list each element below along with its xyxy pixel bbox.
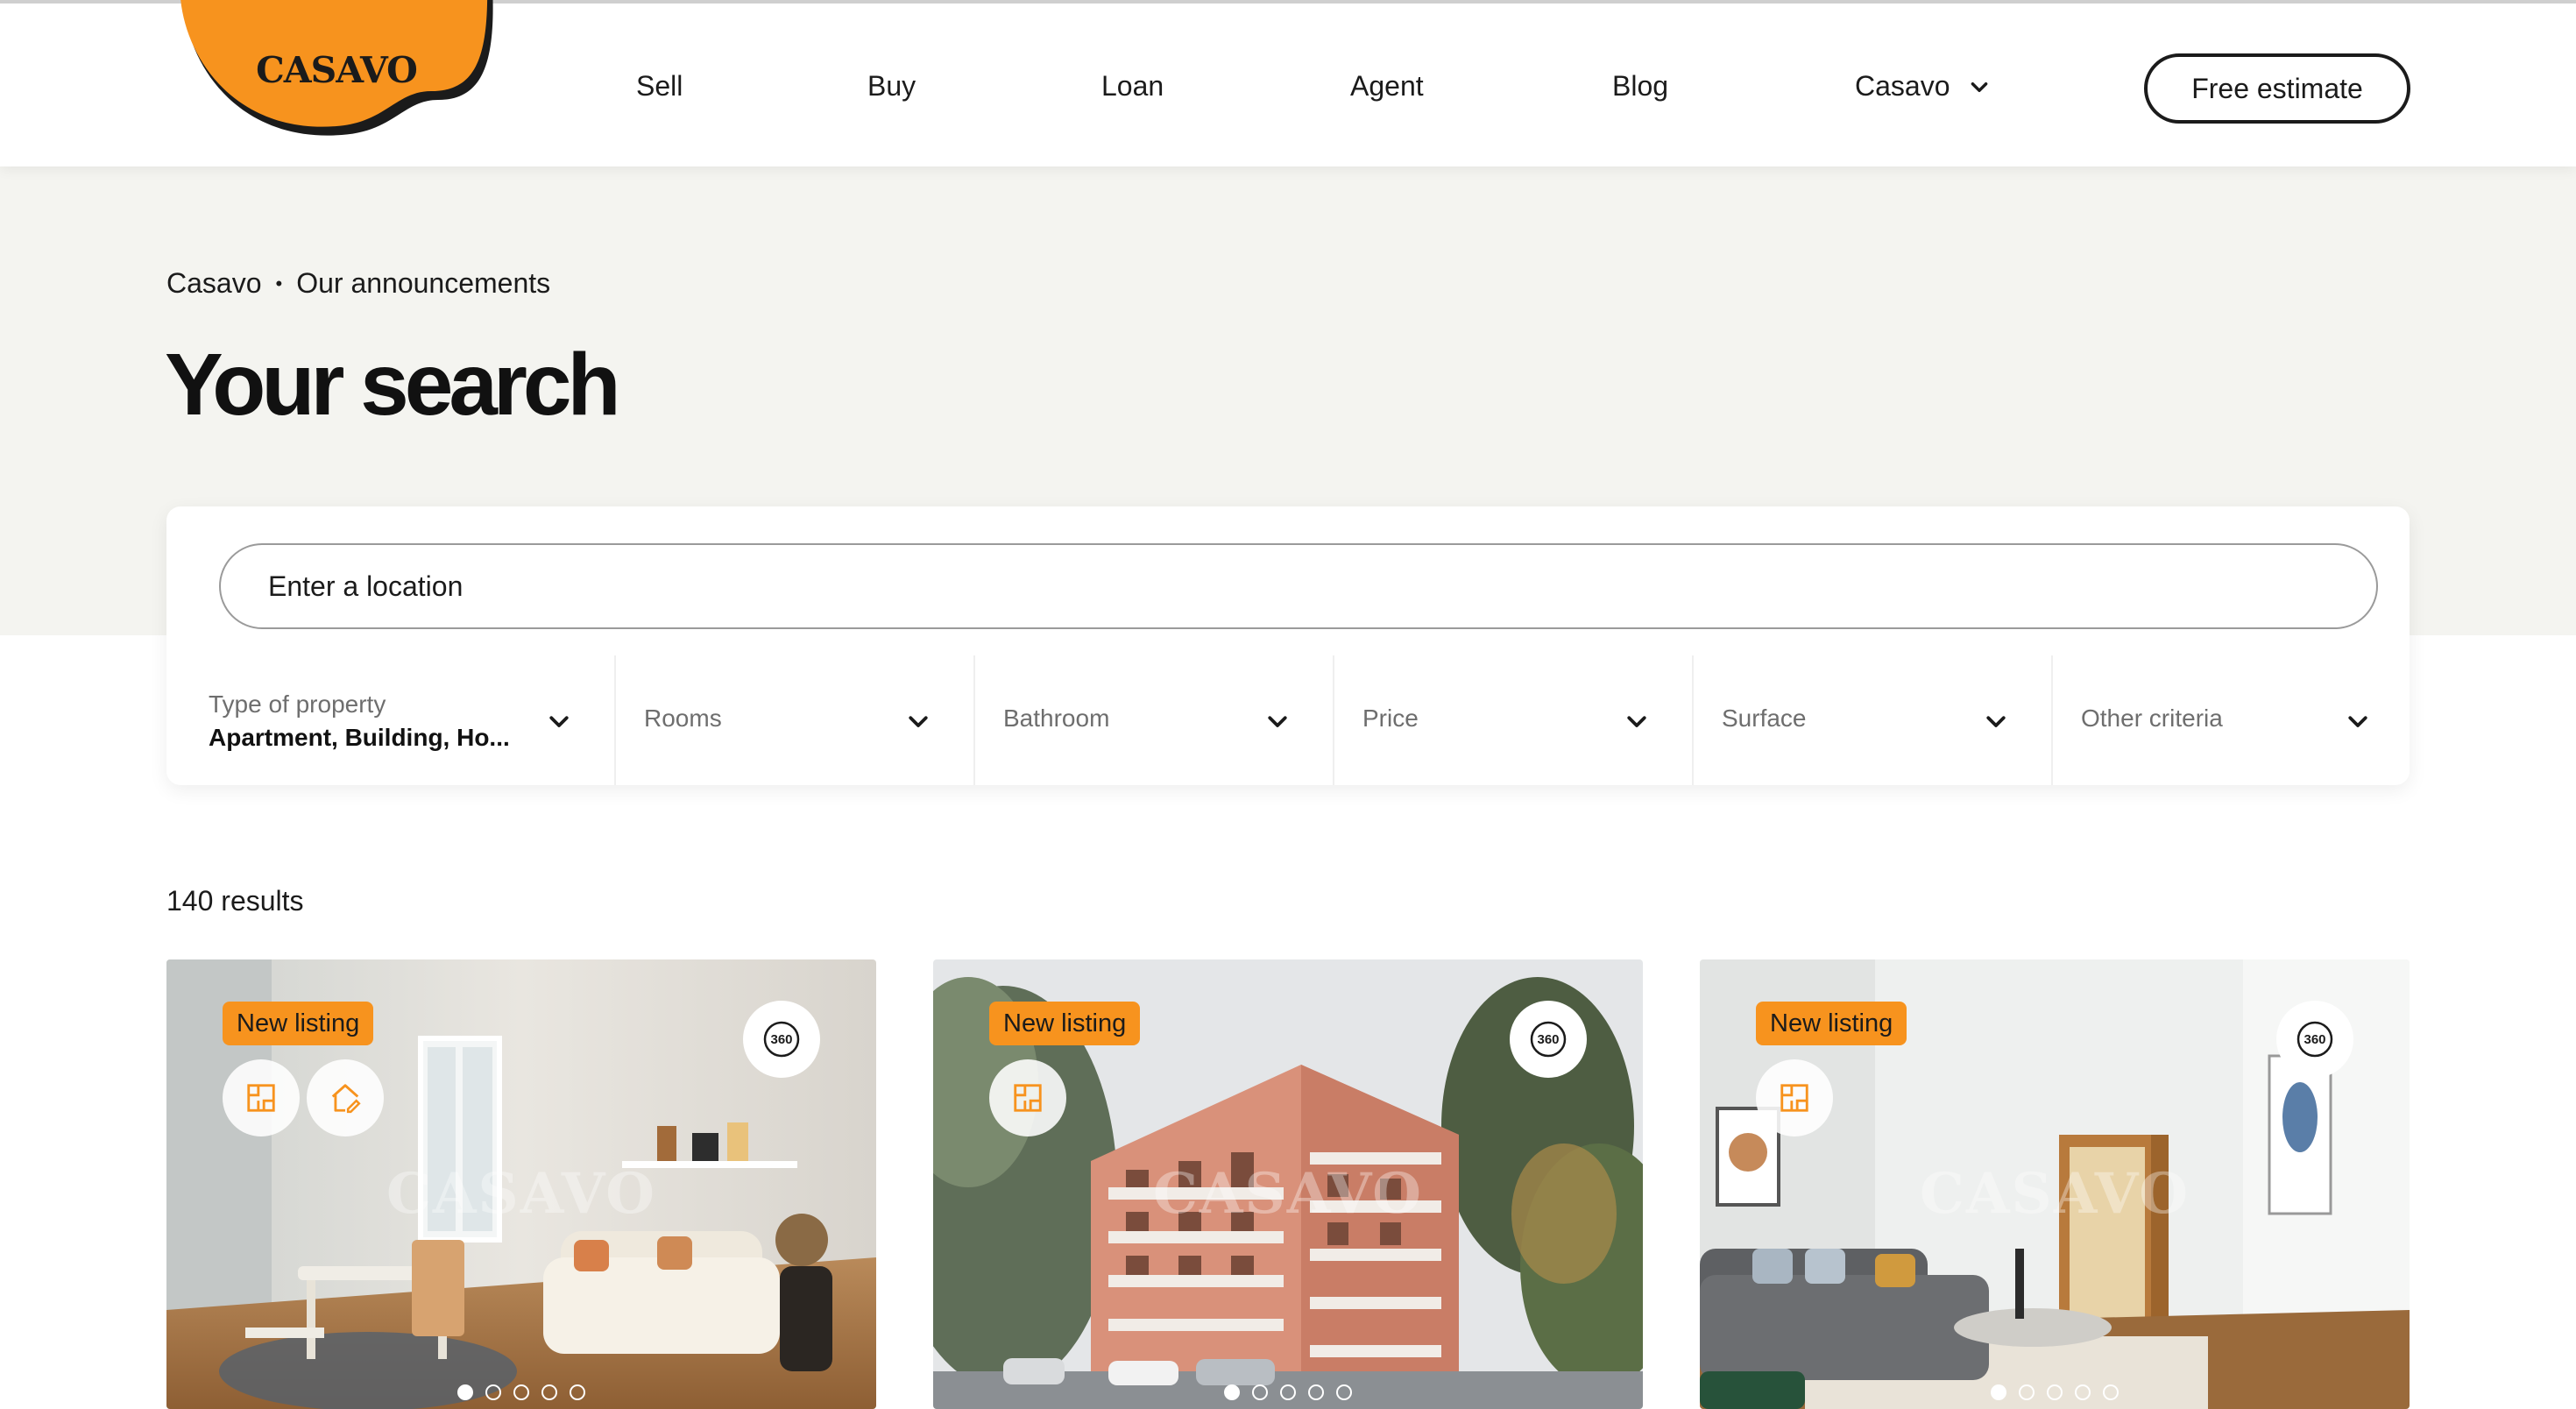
search-panel: Type of property Apartment, Building, Ho… [166,506,2410,785]
photo-carousel-dots [1700,1384,2410,1400]
carousel-dot[interactable] [1308,1384,1324,1400]
tour-360-icon: 360 [2296,1021,2333,1058]
virtual-tour-360-button[interactable]: 360 [1510,1001,1587,1078]
filter-other-criteria[interactable]: Other criteria [2053,655,2410,785]
filter-bar: Type of property Apartment, Building, Ho… [166,655,2410,785]
filter-price[interactable]: Price [1334,655,1694,785]
tour-label: 360 [1537,1032,1559,1047]
filter-value: Apartment, Building, Ho... [209,724,510,751]
nav-item-blog[interactable]: Blog [1612,70,1668,103]
nav-item-sell[interactable]: Sell [636,70,683,103]
tour-360-icon: 360 [1530,1021,1567,1058]
casavo-watermark: CASAVO [1152,1161,1424,1227]
chevron-down-icon [1986,716,2006,727]
carousel-dot[interactable] [1252,1384,1268,1400]
chevron-down-icon [1268,716,1287,727]
casavo-watermark: CASAVO [1919,1161,2190,1227]
filter-bathroom[interactable]: Bathroom [975,655,1334,785]
carousel-dot[interactable] [485,1384,501,1400]
listing-card[interactable]: CASAVO New listing 360 [1700,959,2410,1409]
chevron-down-icon [549,716,569,727]
filter-rooms[interactable]: Rooms [616,655,975,785]
tour-360-icon: 360 [763,1021,800,1058]
nav-item-label: Sell [636,70,683,102]
casavo-watermark: CASAVO [386,1161,657,1227]
carousel-dot[interactable] [2047,1384,2063,1400]
filter-property-type[interactable]: Type of property Apartment, Building, Ho… [166,655,616,785]
location-search-input[interactable] [219,543,2378,629]
house-edit-icon[interactable] [307,1059,384,1136]
listing-card[interactable]: CASAVO New listing 360 [933,959,1643,1409]
nav-item-label: Agent [1350,70,1424,102]
site-header: CASAVO Sell Buy Loan Agent Blog Casavo F… [0,0,2576,166]
carousel-dot[interactable] [1336,1384,1352,1400]
breadcrumb: Casavo • Our announcements [166,267,550,300]
breadcrumb-current: Our announcements [296,267,551,299]
carousel-dot[interactable] [2019,1384,2035,1400]
filter-label: Surface [1722,704,1807,732]
filter-label: Other criteria [2081,704,2223,732]
filter-surface[interactable]: Surface [1694,655,2053,785]
chevron-down-icon [1971,81,1987,92]
listing-card[interactable]: CASAVO New listing 360 [166,959,876,1409]
filter-label: Rooms [644,704,722,732]
nav-item-label: Blog [1612,70,1669,102]
new-listing-badge: New listing [223,1002,374,1045]
nav-item-agent[interactable]: Agent [1350,70,1424,103]
carousel-dot[interactable] [1280,1384,1296,1400]
carousel-dot[interactable] [2075,1384,2091,1400]
filter-label: Type of property [209,690,386,718]
carousel-dot[interactable] [2103,1384,2119,1400]
virtual-tour-360-button[interactable]: 360 [2276,1001,2353,1078]
carousel-dot[interactable] [457,1384,473,1400]
breadcrumb-home-link[interactable]: Casavo [166,267,262,300]
nav-item-casavo-dropdown[interactable]: Casavo [1855,70,1991,103]
new-listing-badge: New listing [1756,1002,1907,1045]
nav-item-label: Casavo [1855,70,1950,102]
nav-item-buy[interactable]: Buy [867,70,916,103]
carousel-dot[interactable] [513,1384,529,1400]
free-estimate-button[interactable]: Free estimate [2144,53,2410,124]
filter-label: Price [1362,704,1419,732]
photo-carousel-dots [933,1384,1643,1400]
page-title: Your search [165,336,621,434]
carousel-dot[interactable] [541,1384,557,1400]
new-listing-badge: New listing [989,1002,1141,1045]
floorplan-icon[interactable] [223,1059,300,1136]
chevron-down-icon [909,716,928,727]
nav-item-label: Loan [1101,70,1164,102]
results-count: 140 results [166,885,304,917]
chevron-down-icon [2348,716,2367,727]
breadcrumb-separator: • [275,272,283,294]
carousel-dot[interactable] [570,1384,585,1400]
nav-item-loan[interactable]: Loan [1101,70,1164,103]
carousel-dot[interactable] [1224,1384,1240,1400]
floorplan-icon[interactable] [1756,1059,1833,1136]
photo-carousel-dots [166,1384,876,1400]
chevron-down-icon [1627,716,1646,727]
nav-item-label: Buy [867,70,916,102]
tour-label: 360 [770,1032,792,1047]
virtual-tour-360-button[interactable]: 360 [743,1001,820,1078]
floorplan-icon[interactable] [989,1059,1066,1136]
carousel-dot[interactable] [1991,1384,2006,1400]
filter-label: Bathroom [1003,704,1110,732]
tour-label: 360 [2304,1032,2325,1047]
